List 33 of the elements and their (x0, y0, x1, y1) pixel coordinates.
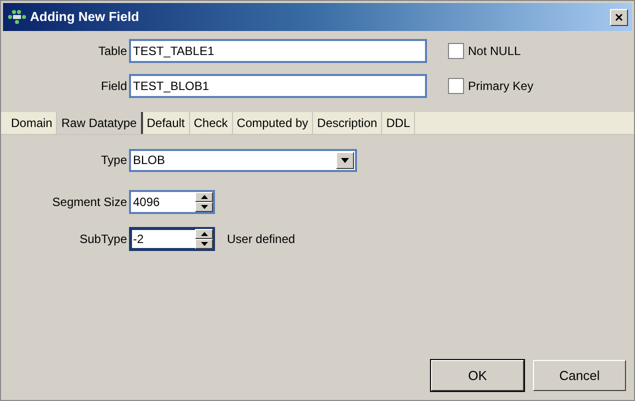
tab[interactable]: Check (190, 112, 233, 134)
tab[interactable]: Computed by (232, 112, 314, 134)
down-arrow-icon (200, 242, 208, 246)
spin-down-button[interactable] (195, 202, 213, 212)
checkbox[interactable] (448, 78, 464, 94)
caret-icon (341, 158, 349, 162)
spin-up-button[interactable] (195, 192, 213, 202)
field-label: SubType (78, 231, 128, 248)
spin-down-button[interactable] (195, 239, 213, 249)
dialog-button[interactable]: OK (431, 360, 524, 391)
close-button[interactable]: × (610, 8, 628, 26)
text-field[interactable]: TEST_BLOB1 (129, 74, 427, 98)
window-title: Adding New Field (30, 8, 140, 26)
field-label: Field (100, 78, 128, 95)
up-arrow-icon (200, 195, 208, 199)
tab[interactable]: Default (142, 112, 190, 134)
down-arrow-icon (200, 205, 208, 209)
tab[interactable]: DDL (382, 112, 416, 134)
dialog-button[interactable]: Cancel (533, 360, 626, 391)
checkbox-label: Not NULL (468, 43, 521, 60)
text-field[interactable]: TEST_TABLE1 (129, 39, 427, 63)
app-icon (7, 9, 27, 25)
field-label: Segment Size (51, 194, 128, 211)
up-arrow-icon (200, 232, 208, 236)
field-label: Type (100, 152, 128, 169)
checkbox[interactable] (448, 43, 464, 59)
checkbox-label: Primary Key (468, 78, 534, 95)
tab[interactable]: Raw Datatype (57, 112, 143, 134)
spin-up-button[interactable] (195, 229, 213, 239)
field-label: Table (97, 43, 128, 60)
type-dropdown[interactable]: BLOB (129, 148, 357, 172)
subtype-description: User defined (227, 231, 296, 248)
tab[interactable]: Description (313, 112, 382, 134)
